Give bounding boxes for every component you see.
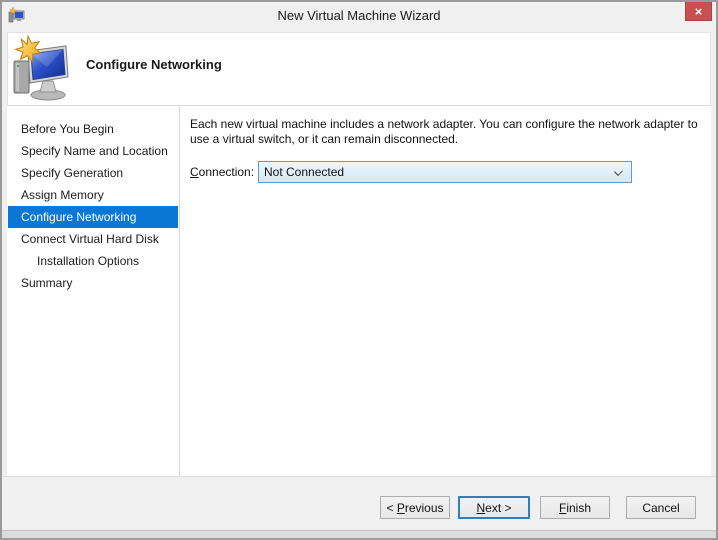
- sidebar-item-assign-memory[interactable]: Assign Memory: [8, 184, 178, 206]
- window-bottom-frame: [2, 530, 716, 538]
- wizard-steps-sidebar: Before You Begin Specify Name and Locati…: [7, 106, 180, 476]
- sidebar-item-connect-virtual-hard-disk[interactable]: Connect Virtual Hard Disk: [8, 228, 178, 250]
- chevron-down-icon: [614, 167, 623, 176]
- window-title: New Virtual Machine Wizard: [277, 8, 441, 23]
- connection-label: Connection:: [190, 165, 255, 179]
- step-description: Each new virtual machine includes a netw…: [190, 117, 698, 146]
- wizard-window: New Virtual Machine Wizard × Configure N…: [0, 0, 718, 540]
- sidebar-item-specify-generation[interactable]: Specify Generation: [8, 162, 178, 184]
- cancel-button[interactable]: Cancel: [626, 496, 696, 519]
- sidebar-item-before-you-begin[interactable]: Before You Begin: [8, 118, 178, 140]
- next-button[interactable]: Next >: [458, 496, 530, 519]
- new-vm-wizard-icon: [13, 35, 69, 101]
- connection-field-row: Connection: Not Connected: [190, 161, 707, 183]
- page-title: Configure Networking: [86, 57, 222, 72]
- wizard-body: Before You Begin Specify Name and Locati…: [7, 106, 711, 476]
- close-icon: ×: [694, 3, 703, 19]
- sidebar-item-specify-name-location[interactable]: Specify Name and Location: [8, 140, 178, 162]
- sidebar-item-configure-networking[interactable]: Configure Networking: [8, 206, 178, 228]
- sidebar-item-installation-options[interactable]: Installation Options: [8, 250, 178, 272]
- finish-button[interactable]: Finish: [540, 496, 610, 519]
- close-button[interactable]: ×: [685, 2, 712, 21]
- previous-button[interactable]: < Previous: [380, 496, 450, 519]
- step-content: Each new virtual machine includes a netw…: [180, 106, 711, 476]
- sidebar-item-summary[interactable]: Summary: [8, 272, 178, 294]
- wizard-footer: < Previous Next > Finish Cancel: [2, 476, 716, 532]
- wizard-header: Configure Networking: [7, 32, 711, 106]
- connection-select[interactable]: Not Connected: [258, 161, 632, 183]
- title-bar: New Virtual Machine Wizard ×: [2, 2, 716, 30]
- connection-selected-value: Not Connected: [264, 165, 345, 179]
